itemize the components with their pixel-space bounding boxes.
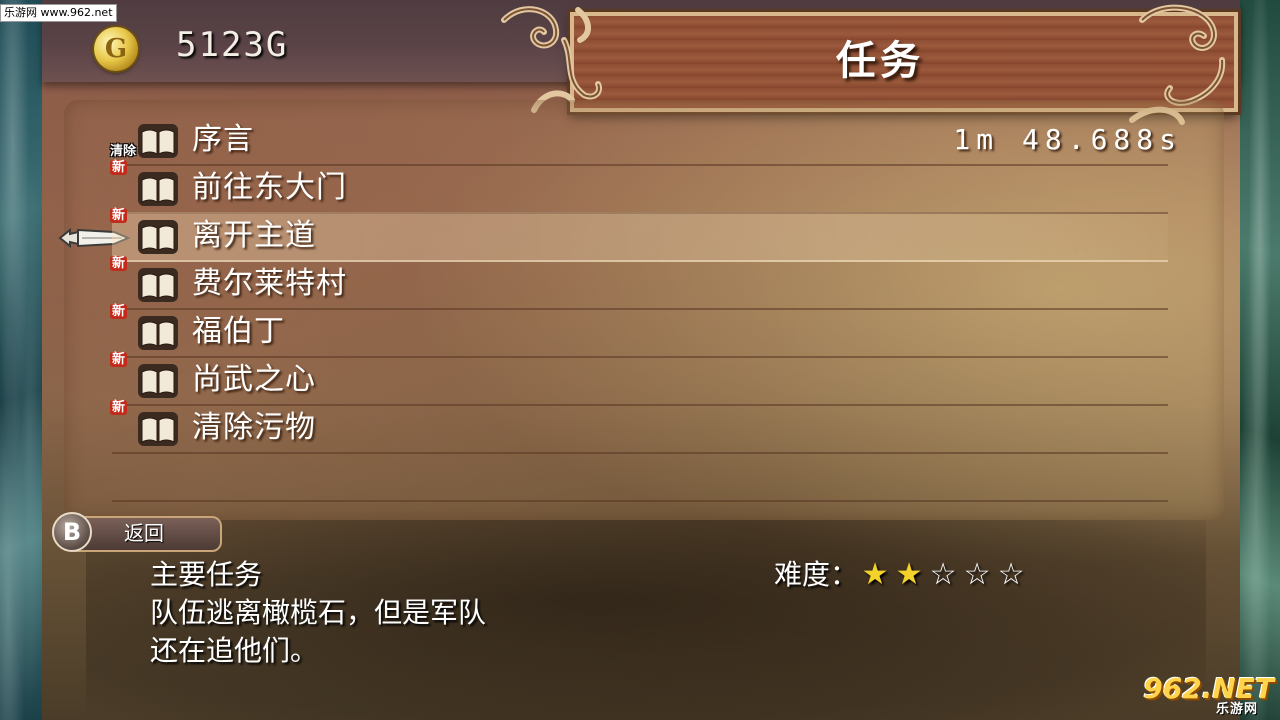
book-icon <box>138 316 178 350</box>
quest-row-clear-filth[interactable]: 新 清除污物 <box>110 400 1168 454</box>
book-icon <box>138 172 178 206</box>
difficulty-label: 难度： <box>774 558 859 591</box>
new-badge: 新 <box>110 304 128 319</box>
marble-border-left <box>0 0 42 720</box>
b-button-icon: B <box>52 512 92 552</box>
book-icon <box>138 268 178 302</box>
quest-description-line2: 还在追他们。 <box>150 634 319 667</box>
list-divider <box>112 500 1168 502</box>
watermark-site-text: 乐游网 www.962.net <box>0 4 117 22</box>
clear-badge: 清除 <box>110 144 137 159</box>
quest-label: 清除污物 <box>192 410 316 445</box>
marble-border-right <box>1240 0 1280 720</box>
quest-row-east-gate[interactable]: 新 前往东大门 <box>110 160 1168 214</box>
quest-description: 主要任务 队伍逃离橄榄石，但是军队 还在追他们。 <box>150 556 486 670</box>
new-badge: 新 <box>110 160 128 175</box>
book-icon <box>138 364 178 398</box>
book-icon <box>138 220 178 254</box>
gold-amount: 5123G <box>176 25 289 65</box>
quest-type: 主要任务 <box>150 558 263 591</box>
difficulty-stars: ★ ★ ☆ ☆ ☆ <box>858 557 1028 592</box>
new-badge: 新 <box>110 400 128 415</box>
gold-coin-icon: G <box>94 27 138 71</box>
quest-row-ferlette-village[interactable]: 新 费尔莱特村 <box>110 256 1168 310</box>
new-badge: 新 <box>110 256 128 271</box>
quest-label: 福伯丁 <box>192 314 285 349</box>
quest-label: 费尔莱特村 <box>192 266 347 301</box>
quest-row-martial-heart[interactable]: 新 尚武之心 <box>110 352 1168 406</box>
quest-label: 尚武之心 <box>192 362 316 397</box>
star-empty-icon: ☆ <box>963 557 991 592</box>
quest-label: 离开主道 <box>192 218 316 253</box>
quest-clear-time: 1m 48.688s <box>953 123 1182 156</box>
watermark-logo-sub: 乐游网 <box>1215 702 1258 717</box>
quest-label: 前往东大门 <box>192 170 347 205</box>
difficulty-rating: 难度： ★ ★ ☆ ☆ ☆ <box>774 556 1028 594</box>
page-title: 任务 <box>836 38 924 84</box>
star-empty-icon: ☆ <box>929 557 957 592</box>
back-button-label: 返回 <box>124 521 164 545</box>
quest-row-fobodine[interactable]: 新 福伯丁 <box>110 304 1168 358</box>
quest-description-line1: 队伍逃离橄榄石，但是军队 <box>150 596 487 629</box>
star-filled-icon: ★ <box>861 557 889 592</box>
book-icon <box>138 412 178 446</box>
back-button[interactable]: B 返回 <box>52 512 222 552</box>
quest-row-leave-main-road[interactable]: 新 离开主道 <box>110 208 1168 262</box>
quest-row-prologue[interactable]: 清除 序言 1m 48.688s <box>110 116 1176 166</box>
book-icon <box>138 124 178 158</box>
new-badge: 新 <box>110 208 128 223</box>
quest-label: 序言 <box>192 122 254 157</box>
new-badge: 新 <box>110 352 128 367</box>
star-filled-icon: ★ <box>895 557 923 592</box>
star-empty-icon: ☆ <box>997 557 1025 592</box>
gold-coin-letter: G <box>104 34 128 64</box>
